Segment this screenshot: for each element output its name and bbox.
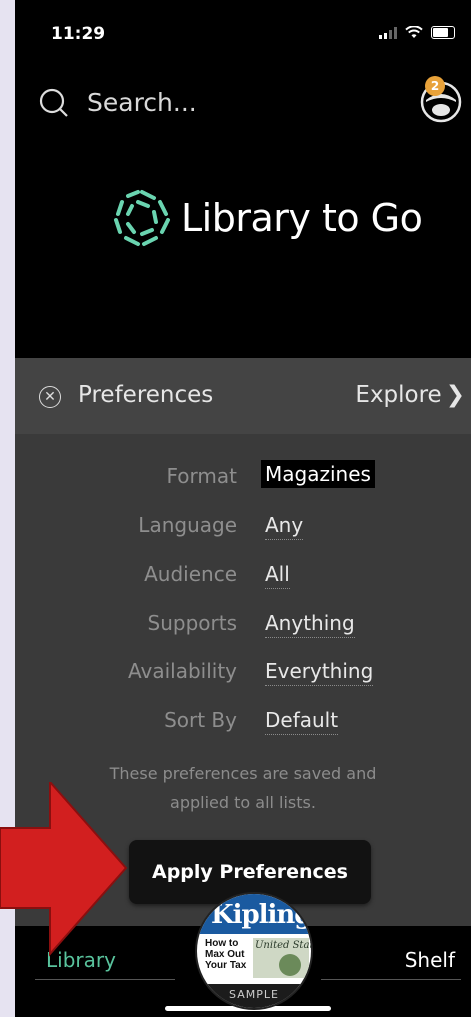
format-label: Format — [166, 464, 237, 488]
language-value[interactable]: Any — [265, 513, 304, 540]
wifi-icon — [405, 26, 423, 38]
pref-row-format: Format Magazines — [15, 458, 471, 498]
availability-value[interactable]: Everything — [265, 659, 374, 686]
format-value[interactable]: Magazines — [261, 460, 375, 488]
logo-text: Library to Go — [181, 196, 423, 240]
audience-label: Audience — [144, 562, 237, 586]
sort-by-value[interactable]: Default — [265, 708, 339, 735]
pref-row-availability: Availability Everything — [15, 653, 471, 693]
search-input[interactable]: Search... — [87, 88, 197, 117]
explore-label: Explore — [355, 382, 442, 408]
tab-shelf[interactable]: Shelf — [405, 948, 455, 972]
preferences-title: Preferences — [78, 382, 214, 408]
sample-label: SAMPLE — [197, 984, 311, 1008]
pref-row-language: Language Any — [15, 507, 471, 547]
supports-label: Supports — [147, 611, 237, 635]
cover-art: United States — [253, 938, 311, 978]
pref-row-sort-by: Sort By Default — [15, 702, 471, 742]
close-icon[interactable]: ✕ — [39, 386, 61, 408]
sort-by-label: Sort By — [164, 708, 237, 732]
search-icon[interactable] — [37, 86, 75, 124]
explore-link[interactable]: Explore ❯ — [355, 382, 465, 408]
library-to-go-logo-icon — [114, 190, 170, 246]
tab-shelf-underline — [321, 979, 461, 980]
pref-row-audience: Audience All — [15, 556, 471, 596]
language-label: Language — [138, 513, 237, 537]
sample-magazine-cover[interactable]: Kiplinger How to Max Out Your Tax United… — [195, 892, 313, 1010]
red-arrow-annotation — [0, 782, 128, 957]
cover-art-title: United States — [255, 940, 311, 951]
tab-library-underline — [35, 979, 175, 980]
preferences-header: ✕ Preferences Explore ❯ — [15, 358, 471, 434]
cover-brand: Kiplinger — [211, 900, 312, 930]
battery-icon — [431, 26, 455, 39]
audience-value[interactable]: All — [265, 562, 290, 589]
status-icons — [379, 26, 455, 39]
chevron-right-icon: ❯ — [445, 382, 465, 408]
pref-row-supports: Supports Anything — [15, 605, 471, 645]
cover-headline: How to Max Out Your Tax — [205, 938, 247, 971]
cover-masthead: Kiplinger — [197, 894, 311, 934]
supports-value[interactable]: Anything — [265, 611, 355, 638]
signal-icon — [379, 26, 397, 39]
availability-label: Availability — [127, 659, 237, 683]
status-time: 11:29 — [51, 24, 106, 44]
notification-badge: 2 — [425, 76, 445, 96]
seal-icon — [279, 954, 301, 976]
